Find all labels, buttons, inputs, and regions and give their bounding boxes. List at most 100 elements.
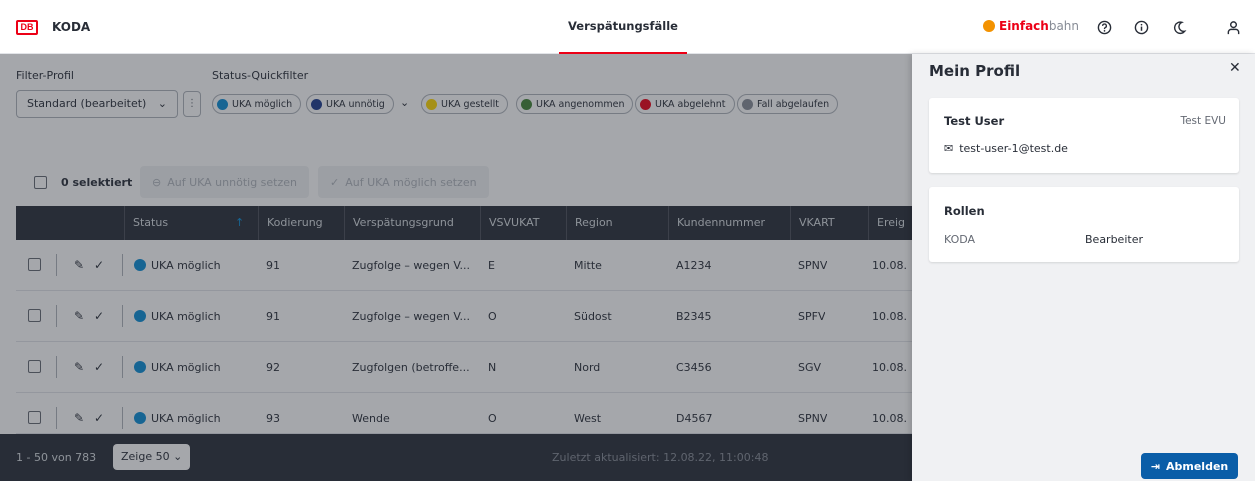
th-region[interactable]: Region: [566, 206, 668, 240]
filter-profile-value: Standard (bearbeitet): [27, 97, 147, 110]
info-icon[interactable]: [1132, 18, 1150, 36]
table-row[interactable]: ✎ ✓ UKA möglich 91 Zugfolge – wegen V...…: [16, 291, 912, 342]
table-row[interactable]: ✎ ✓ UKA möglich 93 Wende O West D4567 SP…: [16, 393, 912, 434]
row-checkbox[interactable]: [28, 360, 41, 373]
kunde-cell: C3456: [676, 361, 712, 374]
email-text: test-user-1@test.de: [959, 142, 1068, 155]
table-row[interactable]: ✎ ✓ UKA möglich 92 Zugfolgen (betroffe..…: [16, 342, 912, 393]
divider: [122, 407, 123, 429]
check-circle-icon[interactable]: ✓: [94, 393, 104, 433]
th-grund[interactable]: Verspätungsgrund: [344, 206, 480, 240]
pencil-icon[interactable]: ✎: [74, 240, 84, 291]
th-label: Status: [133, 216, 169, 229]
status-cell: UKA möglich: [134, 393, 221, 433]
table-row[interactable]: ✎ ✓ UKA möglich 91 Zugfolge – wegen V...…: [16, 240, 912, 291]
kodierung-cell: 93: [266, 412, 280, 425]
check-circle-icon[interactable]: ✓: [94, 342, 104, 393]
more-options-button[interactable]: ⋮: [183, 91, 201, 117]
chip-uka-angenommen[interactable]: UKA angenommen: [516, 94, 634, 114]
chip-uka-unnoetig[interactable]: UKA unnötig: [306, 94, 394, 114]
help-icon[interactable]: [1095, 18, 1113, 36]
th-vsvukat[interactable]: VSVUKAT: [480, 206, 566, 240]
pencil-icon[interactable]: ✎: [74, 291, 84, 342]
vkart-cell: SGV: [798, 361, 822, 374]
vkart-cell: SPFV: [798, 310, 826, 323]
brand-dot-icon: [983, 20, 995, 32]
logout-button[interactable]: ⇥ Abmelden: [1141, 453, 1238, 479]
expand-chevron-icon[interactable]: ⌄: [400, 96, 409, 109]
main-content: Filter-Profil Status-Quickfilter Standar…: [0, 54, 912, 481]
einfachbahn-logo: Einfach bahn: [983, 19, 1079, 33]
row-checkbox[interactable]: [28, 309, 41, 322]
role-value: Bearbeiter: [1085, 233, 1143, 246]
chip-fall-abgelaufen[interactable]: Fall abgelaufen: [737, 94, 839, 114]
select-all-checkbox[interactable]: [34, 175, 47, 189]
th-vkart[interactable]: VKART: [790, 206, 868, 240]
row-checkbox[interactable]: [28, 258, 41, 271]
filter-profile-select[interactable]: Standard (bearbeitet) ⌄: [16, 90, 178, 118]
grund-cell: Zugfolgen (betroffe...: [352, 361, 470, 374]
tab-verspaetungsfaelle[interactable]: Verspätungsfälle: [559, 0, 687, 54]
vsvukat-cell: N: [488, 361, 497, 374]
roles-card: Rollen KODA Bearbeiter: [929, 187, 1239, 262]
status-dot-icon: [134, 412, 146, 424]
th-status[interactable]: Status ↑: [124, 206, 258, 240]
quickfilter-label: Status-Quickfilter: [212, 69, 309, 82]
th-ereig[interactable]: Ereig: [868, 206, 912, 240]
status-text: UKA möglich: [151, 412, 221, 425]
set-uka-unnoetig-button[interactable]: ⊖ Auf UKA unnötig setzen: [140, 166, 309, 198]
divider: [122, 305, 123, 327]
chip-uka-moeglich[interactable]: UKA möglich: [212, 94, 302, 114]
app-name[interactable]: KODA: [52, 20, 90, 34]
chip-label: Fall abgelaufen: [757, 98, 830, 110]
table-header: Status ↑ Kodierung Verspätungsgrund VSVUK…: [16, 206, 912, 240]
vsvukat-cell: O: [488, 412, 497, 425]
user-name: Test User: [944, 114, 1005, 128]
ereig-cell: 10.08.: [872, 310, 907, 323]
chip-label: UKA unnötig: [326, 98, 385, 110]
status-dot-icon: [311, 98, 322, 110]
kodierung-cell: 92: [266, 361, 280, 374]
kunde-cell: B2345: [676, 310, 712, 323]
status-cell: UKA möglich: [134, 240, 221, 291]
divider: [122, 254, 123, 276]
chip-uka-abgelehnt[interactable]: UKA abgelehnt: [635, 94, 735, 114]
vkart-cell: SPNV: [798, 412, 828, 425]
pencil-icon[interactable]: ✎: [74, 393, 84, 433]
status-text: UKA möglich: [151, 259, 221, 272]
sort-arrow-icon[interactable]: ↑: [235, 206, 244, 240]
status-dot-icon: [426, 98, 437, 110]
chip-label: UKA abgelehnt: [655, 98, 726, 110]
role-key: KODA: [944, 233, 976, 246]
moon-icon[interactable]: [1170, 18, 1188, 36]
region-cell: West: [574, 412, 602, 425]
db-logo[interactable]: DB: [16, 20, 38, 35]
th-kundennummer[interactable]: Kundennummer: [668, 206, 790, 240]
check-circle-icon[interactable]: ✓: [94, 291, 104, 342]
ereig-cell: 10.08.: [872, 259, 907, 272]
set-uka-moeglich-button[interactable]: ✓ Auf UKA möglich setzen: [318, 166, 489, 198]
status-cell: UKA möglich: [134, 342, 221, 393]
user-icon[interactable]: [1224, 18, 1242, 36]
user-card: Test User Test EVU ✉ test-user-1@test.de: [929, 98, 1239, 173]
roles-title: Rollen: [944, 204, 985, 218]
kunde-cell: D4567: [676, 412, 713, 425]
brand-part2: bahn: [1048, 19, 1080, 33]
check-circle-icon[interactable]: ✓: [94, 240, 104, 291]
minus-circle-icon: ⊖: [152, 175, 162, 189]
logout-icon: ⇥: [1150, 459, 1160, 473]
status-dot-icon: [217, 98, 228, 110]
status-dot-icon: [134, 259, 146, 271]
close-icon[interactable]: ✕: [1229, 60, 1241, 76]
status-dot-icon: [134, 361, 146, 373]
user-email: ✉ test-user-1@test.de: [944, 142, 1068, 155]
divider: [122, 356, 123, 378]
chip-uka-gestellt[interactable]: UKA gestellt: [421, 94, 508, 114]
selection-toolbar: 0 selektiert: [34, 167, 132, 197]
row-checkbox[interactable]: [28, 411, 41, 424]
page-size-select[interactable]: Zeige 50 ⌄: [113, 444, 191, 470]
th-kodierung[interactable]: Kodierung: [258, 206, 344, 240]
chip-label: UKA angenommen: [536, 98, 625, 110]
pencil-icon[interactable]: ✎: [74, 342, 84, 393]
filter-profile-label: Filter-Profil: [16, 69, 74, 82]
